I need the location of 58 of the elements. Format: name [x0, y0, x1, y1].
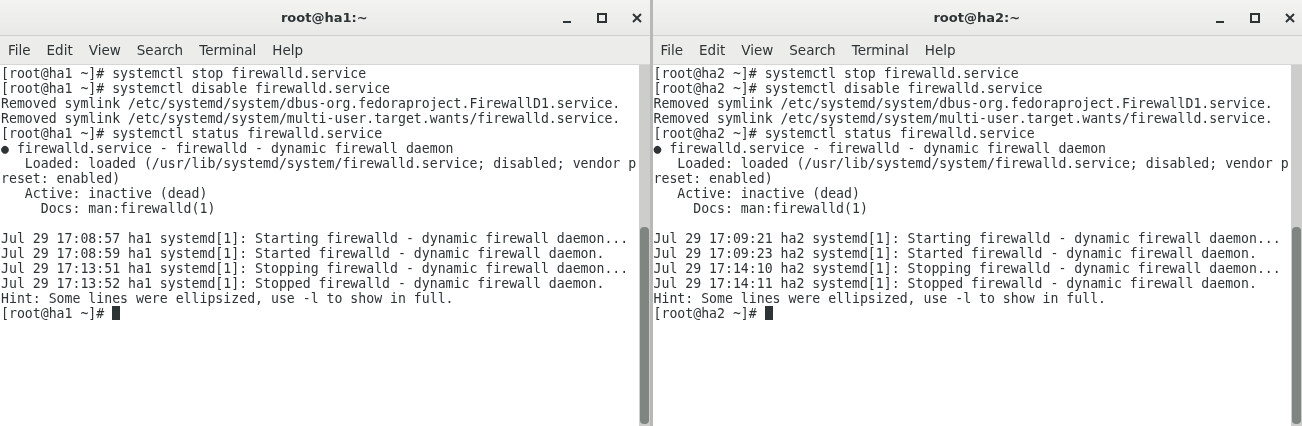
terminal-line: Active: inactive (dead) — [23, 186, 208, 201]
cursor-icon — [112, 306, 121, 320]
terminal-line: [root@ha1 ~]# systemctl stop firewalld.service — [1, 66, 367, 81]
terminal-line: Removed symlink /etc/systemd/system/dbus-org.fedoraproject.FirewallD1.service. — [653, 96, 1273, 111]
terminal-line: reset: enabled) — [653, 171, 773, 186]
terminal-line: Removed symlink /etc/systemd/system/multi-user.target.wants/firewalld.service. — [1, 111, 621, 126]
menu-item[interactable]: Terminal — [845, 42, 915, 58]
menu-item[interactable]: View — [735, 42, 780, 58]
terminal-line: Jul 29 17:09:21 ha2 systemd[1]: Starting firewalld - dynamic firewall daemon... — [653, 231, 1281, 246]
menu-item[interactable]: Edit — [693, 42, 732, 58]
terminal-line: Jul 29 17:09:23 ha2 systemd[1]: Started firewalld - dynamic firewall daemon. — [653, 246, 1257, 261]
terminal-line: Hint: Some lines were ellipsized, use -l to show in full. — [653, 291, 1107, 306]
maximize-icon — [1249, 12, 1260, 23]
cursor-icon — [764, 306, 773, 320]
menu-item[interactable]: File — [2, 42, 37, 58]
terminal-line: [root@ha2 ~]# systemctl status firewalld.service — [653, 126, 1035, 141]
terminal-line: Docs: man:firewalld(1) — [39, 201, 216, 216]
scrollbar[interactable] — [1291, 65, 1302, 426]
terminal-line: Removed symlink /etc/systemd/system/dbus-org.fedoraproject.FirewallD1.service. — [1, 96, 621, 111]
terminal-line: ● firewalld.service - firewalld - dynamic firewall daemon — [653, 141, 1107, 156]
terminal-line: Jul 29 17:08:57 ha1 systemd[1]: Starting firewalld - dynamic firewall daemon... — [1, 231, 629, 246]
menu-item[interactable]: Edit — [40, 42, 79, 58]
terminal-line: Jul 29 17:13:52 ha1 systemd[1]: Stopped firewalld - dynamic firewall daemon. — [1, 276, 605, 291]
close-icon — [1284, 12, 1295, 23]
terminal-line: [root@ha1 ~]# systemctl disable firewalld.service — [1, 81, 391, 96]
window-title: root@ha2:~ — [932, 10, 1022, 25]
terminal-line: [root@ha2 ~]# systemctl disable firewalld.service — [653, 81, 1043, 96]
terminal-line: [root@ha1 ~]# systemctl status firewalld.service — [1, 126, 383, 141]
menu-item[interactable]: Help — [266, 42, 310, 58]
maximize-icon — [597, 12, 607, 23]
terminal-line: Jul 29 17:14:11 ha2 systemd[1]: Stopped firewalld - dynamic firewall daemon. — [653, 276, 1257, 291]
menu-item[interactable]: Help — [918, 42, 962, 58]
terminal-line: Loaded: loaded (/usr/lib/systemd/system/firewalld.service; disabled; vendor p — [676, 156, 1289, 171]
minimize-icon — [1215, 20, 1224, 23]
menu-item[interactable]: View — [82, 42, 127, 58]
menu-item[interactable]: Search — [783, 42, 842, 58]
window-title: root@ha1:~ — [279, 10, 369, 25]
terminal-line: [root@ha2 ~]# — [653, 306, 758, 321]
terminal-line: Hint: Some lines were ellipsized, use -l to show in full. — [1, 291, 454, 306]
scrollbar-thumb[interactable] — [639, 226, 649, 424]
menu-item[interactable]: Terminal — [193, 42, 263, 58]
menu-item[interactable]: File — [654, 42, 690, 58]
terminal-line: reset: enabled) — [1, 171, 121, 186]
terminal-line: [root@ha2 ~]# systemctl stop firewalld.service — [653, 66, 1019, 81]
scrollbar-thumb[interactable] — [1292, 226, 1301, 424]
menu-item[interactable]: Search — [130, 42, 190, 58]
terminal-line: Active: inactive (dead) — [676, 186, 860, 201]
terminal-line: Docs: man:firewalld(1) — [692, 201, 868, 216]
terminal-line: Removed symlink /etc/systemd/system/multi-user.target.wants/firewalld.service. — [653, 111, 1273, 126]
terminal-line: Jul 29 17:14:10 ha2 systemd[1]: Stopping firewalld - dynamic firewall daemon... — [653, 261, 1281, 276]
scrollbar[interactable] — [638, 65, 650, 426]
close-icon — [632, 12, 642, 23]
minimize-icon — [563, 20, 571, 23]
terminal-line: Jul 29 17:13:51 ha1 systemd[1]: Stopping firewalld - dynamic firewall daemon... — [1, 261, 629, 276]
terminal-line: Jul 29 17:08:59 ha1 systemd[1]: Started firewalld - dynamic firewall daemon. — [1, 246, 605, 261]
terminal-line: [root@ha1 ~]# — [1, 306, 106, 321]
terminal-line: Loaded: loaded (/usr/lib/systemd/system/firewalld.service; disabled; vendor p — [23, 156, 637, 171]
terminal-line: ● firewalld.service - firewalld - dynamic firewall daemon — [1, 141, 454, 156]
